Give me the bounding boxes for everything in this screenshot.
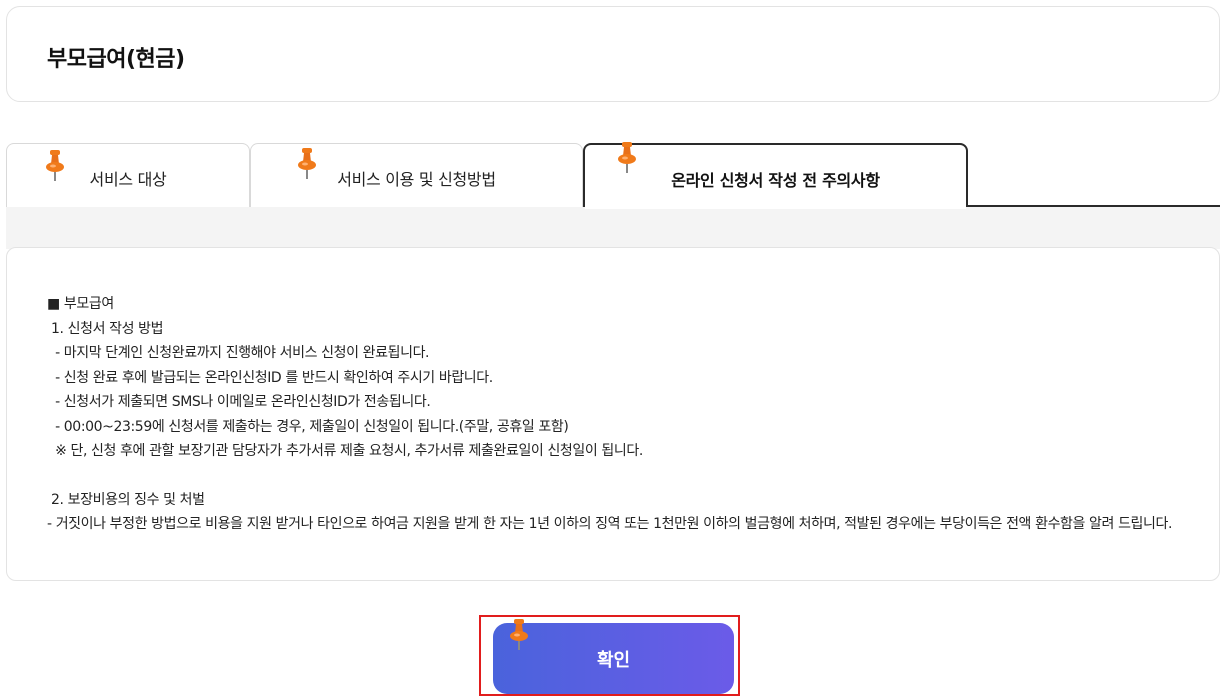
content-background xyxy=(6,207,1220,249)
pushpin-icon xyxy=(296,146,318,180)
notice-item: - 거짓이나 부정한 방법으로 비용을 지원 받거나 타인으로 하여금 지원을 … xyxy=(47,516,1173,532)
notice-content: ■ 부모급여 1. 신청서 작성 방법 - 마지막 단계인 신청완료까지 진행해… xyxy=(47,292,1197,537)
pushpin-icon xyxy=(508,617,530,651)
notice-item: - 마지막 단계인 신청완료까지 진행해야 서비스 신청이 완료됩니다. xyxy=(47,345,430,361)
tab-precautions[interactable]: 온라인 신청서 작성 전 주의사항 xyxy=(583,143,968,209)
section-title: 1. 신청서 작성 방법 xyxy=(47,320,164,337)
notice-item: - 신청 완료 후에 발급되는 온라인신청ID 를 반드시 확인하여 주시기 바… xyxy=(47,369,493,386)
pushpin-icon xyxy=(44,148,66,182)
notice-item: ※ 단, 신청 후에 관할 보장기관 담당자가 추가서류 제출 요청시, 추가서… xyxy=(47,443,643,459)
title-card: 부모급여(현금) xyxy=(6,6,1220,102)
page-title: 부모급여(현금) xyxy=(47,47,185,72)
tab-label: 온라인 신청서 작성 전 주의사항 xyxy=(671,171,880,190)
pushpin-icon xyxy=(616,140,638,174)
notice-heading: ■ 부모급여 xyxy=(47,296,114,312)
tab-service-target[interactable]: 서비스 대상 xyxy=(6,143,250,207)
section-title: 2. 보장비용의 징수 및 처벌 xyxy=(47,491,205,508)
notice-card: ■ 부모급여 1. 신청서 작성 방법 - 마지막 단계인 신청완료까지 진행해… xyxy=(6,247,1220,581)
tab-bar: 서비스 대상 서비스 이용 및 신청방법 온라인 신청서 작성 전 주의사항 xyxy=(6,143,1220,209)
notice-item: - 00:00~23:59에 신청서를 제출하는 경우, 제출일이 신청일이 됩… xyxy=(47,418,569,435)
notice-item: - 신청서가 제출되면 SMS나 이메일로 온라인신청ID가 전송됩니다. xyxy=(47,394,431,410)
